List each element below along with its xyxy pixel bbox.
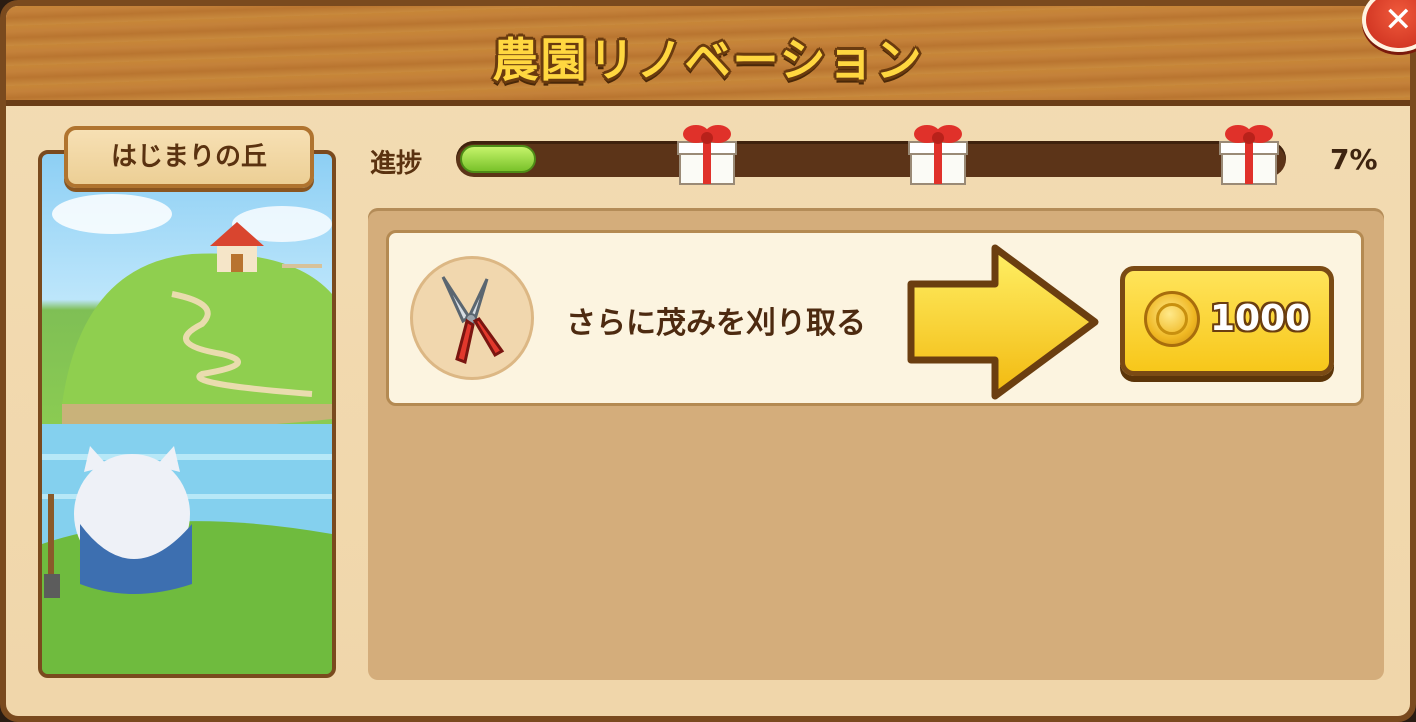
dialog-header: 農園リノベーション [6, 6, 1410, 106]
progress-bar-fill [460, 145, 536, 173]
arrow-right-icon [907, 244, 1099, 400]
pruning-shears-icon [441, 276, 505, 365]
gold-coin-icon [1144, 291, 1200, 347]
stage-illustration [38, 150, 336, 678]
task-description: さらに茂みを刈り取る [566, 306, 866, 341]
stage-name-label: はじまりの丘 [64, 126, 314, 188]
progress-bar [456, 141, 1286, 177]
gift-icon[interactable] [1218, 118, 1280, 188]
dialog-title: 農園リノベーション [492, 33, 924, 87]
gift-icon[interactable] [676, 118, 738, 188]
task-icon [410, 256, 534, 380]
gift-icon[interactable] [907, 118, 969, 188]
progress-label: 進捗 [370, 149, 423, 179]
close-icon: ✕ [1384, 0, 1413, 40]
progress-percent: 7% [1330, 143, 1378, 176]
purchase-cost: 1000 [1210, 298, 1311, 339]
stage-scene-image [42, 194, 332, 674]
